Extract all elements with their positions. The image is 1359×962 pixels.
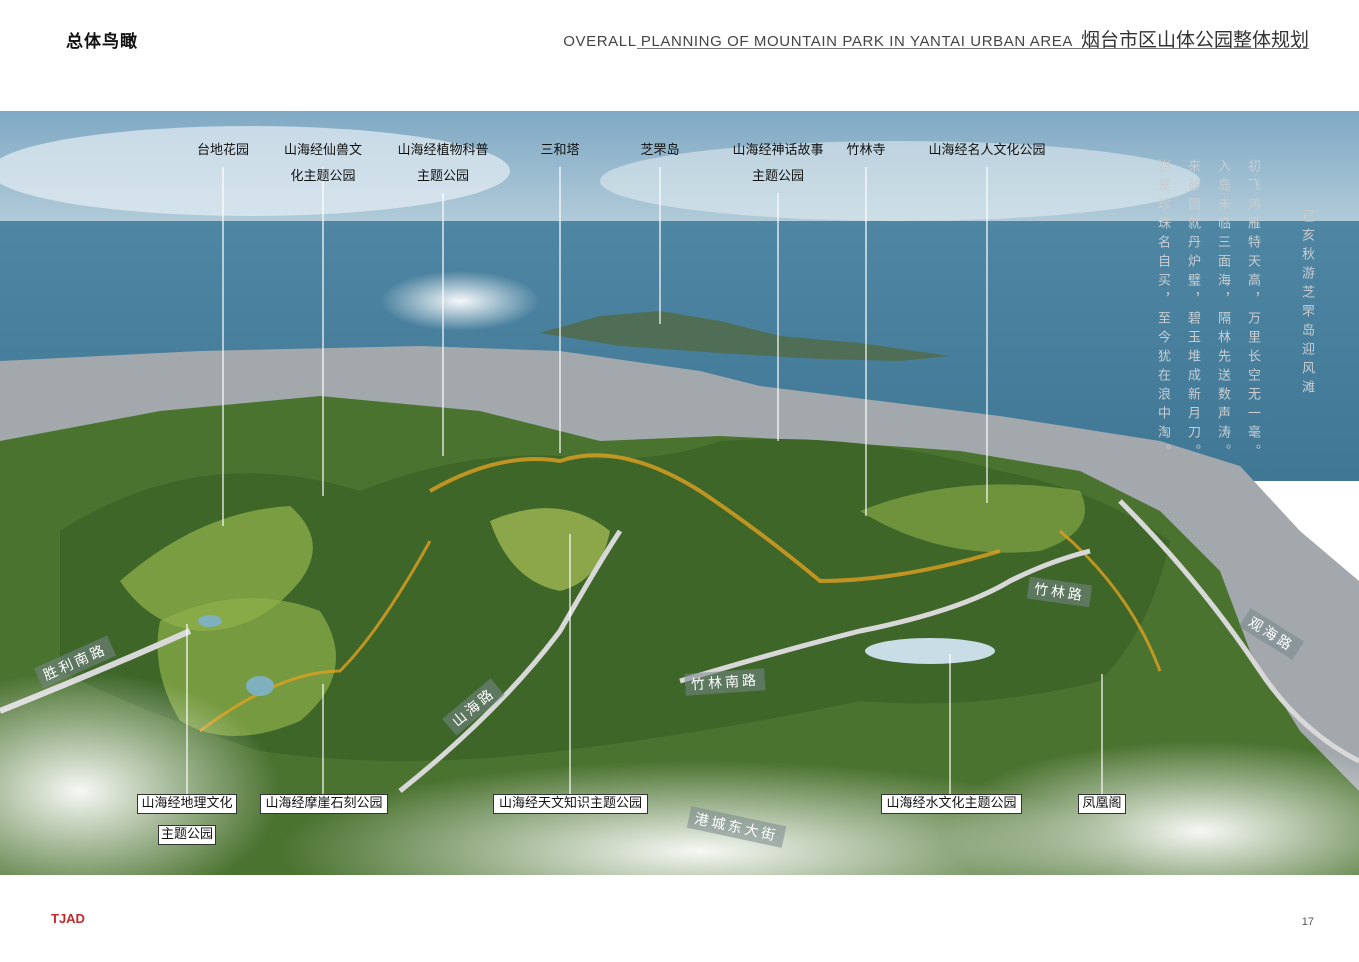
tjad-logo: TJAD bbox=[51, 911, 85, 926]
header-divider bbox=[637, 48, 1309, 49]
poem-line-4: 岂是珍珠名自买，至今犹在浪中淘。 bbox=[1155, 159, 1170, 463]
label-zhifu-island: 芝罘岛 bbox=[640, 143, 680, 158]
label-phoenix-pavilion: 凤凰阁 bbox=[1078, 794, 1126, 822]
page-number: 17 bbox=[1301, 916, 1314, 928]
label-xianshou-park: 山海经仙兽文 化主题公园 bbox=[283, 143, 362, 184]
label-taidi-garden: 台地花园 bbox=[196, 143, 249, 158]
poem-line-2: 入岛未临三面海，隔林先送数声涛。 bbox=[1215, 159, 1230, 463]
label-plant-science-park: 山海经植物科普 主题公园 bbox=[397, 143, 489, 184]
label-astronomy-park: 山海经天文知识主题公园 bbox=[493, 794, 648, 822]
label-water-culture-park: 山海经水文化主题公园 bbox=[881, 794, 1022, 822]
poem-line-1: 初飞鸿雁特天高，万里长空无一毫。 bbox=[1245, 159, 1260, 463]
label-sanhe-tower: 三和塔 bbox=[540, 143, 580, 158]
label-cliff-carving-park: 山海经摩崖石刻公园 bbox=[260, 794, 388, 822]
page-title: 总体鸟瞰 bbox=[66, 32, 138, 52]
label-celebrity-culture-park: 山海经名人文化公园 bbox=[928, 143, 1046, 158]
label-myth-story-park: 山海经神话故事 主题公园 bbox=[732, 143, 824, 184]
label-zhulin-temple: 竹林寺 bbox=[846, 143, 886, 158]
poem-line-3: 来砂圆就丹炉璧，碧玉堆成新月刀。 bbox=[1185, 159, 1200, 463]
label-geography-park: 山海经地理文化 主题公园 bbox=[137, 794, 237, 853]
poem-title: 己亥秋游芝罘岛迎风滩 bbox=[1299, 209, 1314, 399]
aerial-view: 胜利南路 山海路 竹林南路 竹林路 观海路 港城东大街 己亥秋游芝罘岛迎风滩 初… bbox=[0, 111, 1359, 875]
